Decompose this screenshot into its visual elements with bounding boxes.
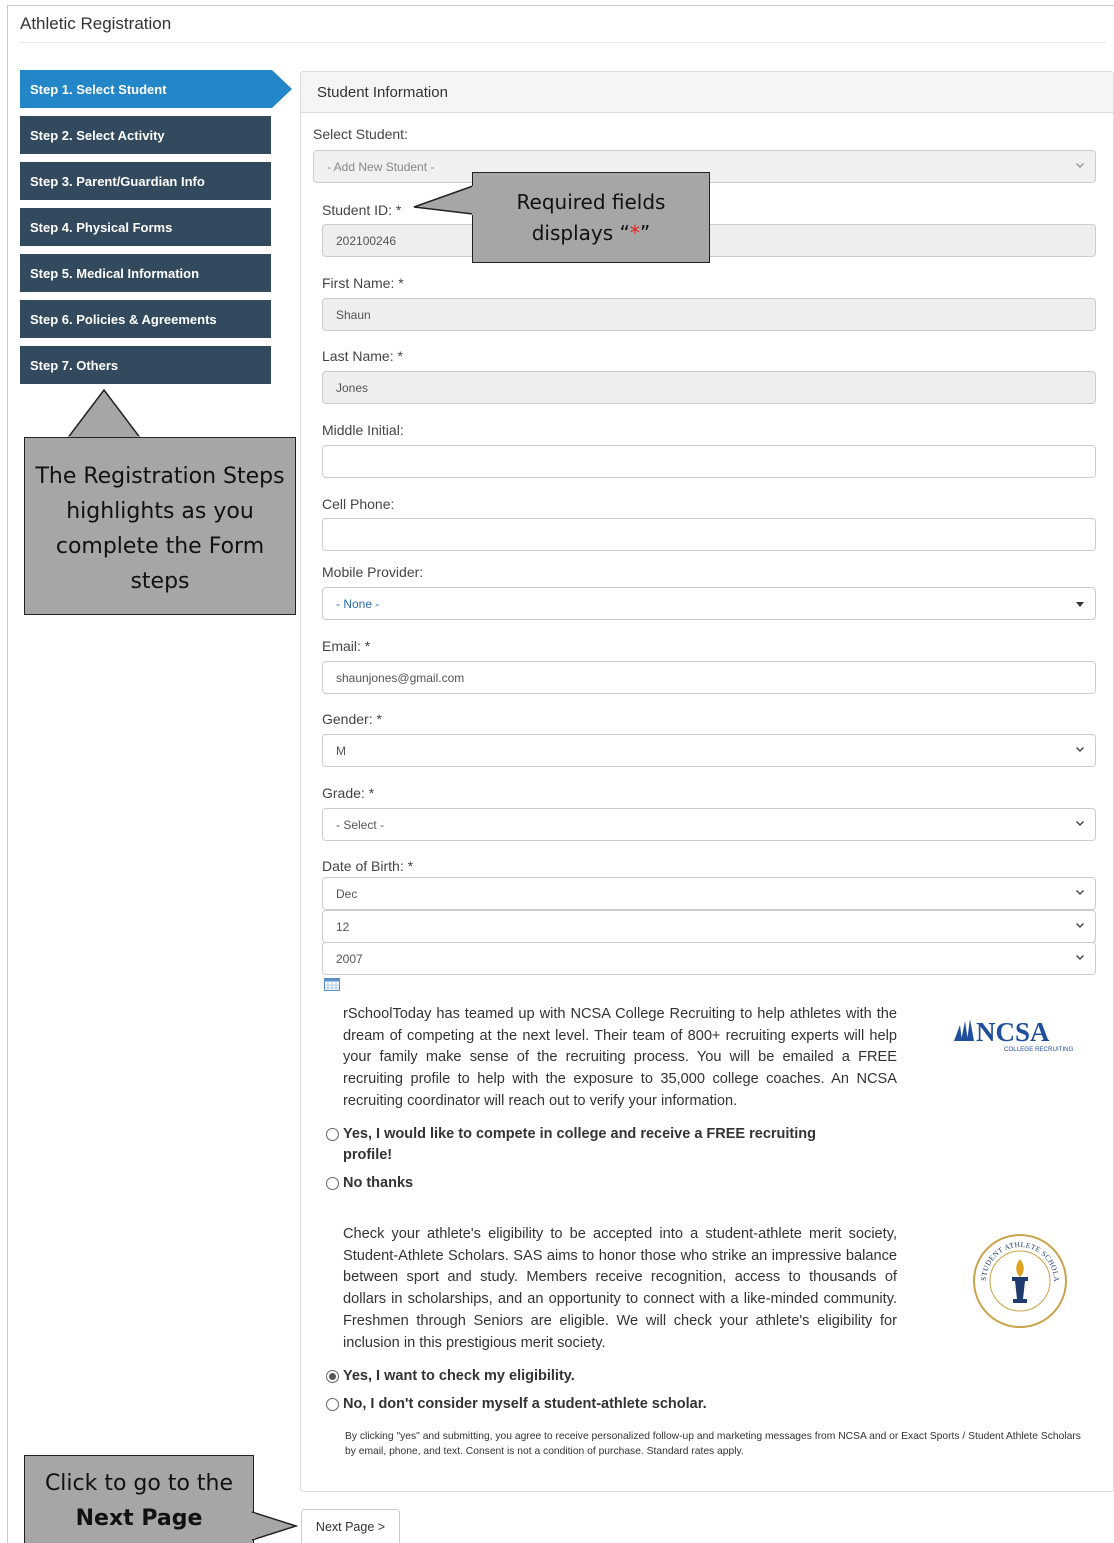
sas-option-yes[interactable]: Yes, I want to check my eligibility. bbox=[326, 1366, 575, 1387]
middle-initial-field[interactable] bbox=[322, 445, 1096, 478]
chevron-down-icon bbox=[1076, 821, 1084, 826]
callout-next-text: Click to go to the bbox=[44, 1471, 234, 1496]
step-select-activity[interactable]: Step 2. Select Activity bbox=[20, 116, 271, 154]
student-athlete-scholars-logo: STUDENT ATHLETE SCHOLARS bbox=[972, 1233, 1067, 1328]
select-student-value: - Add New Student - bbox=[327, 159, 435, 174]
ncsa-option-yes-label: Yes, I would like to compete in college … bbox=[343, 1126, 817, 1163]
email-label: Email: * bbox=[322, 638, 371, 654]
mobile-provider-value: - None - bbox=[336, 596, 380, 611]
radio-button[interactable] bbox=[326, 1177, 339, 1190]
ncsa-logo-text: NCSA bbox=[976, 1017, 1050, 1047]
last-name-value: Jones bbox=[336, 380, 369, 395]
panel-heading: Student Information bbox=[301, 72, 1113, 113]
dob-day-dropdown[interactable]: 12 bbox=[322, 910, 1096, 943]
gender-label: Gender: * bbox=[322, 711, 382, 727]
required-fields-callout: Required fields displays “*” bbox=[472, 172, 710, 263]
calendar-icon[interactable] bbox=[324, 978, 340, 991]
sas-description: Check your athlete's eligibility to be a… bbox=[343, 1226, 897, 1351]
radio-button[interactable] bbox=[326, 1128, 339, 1141]
dob-label: Date of Birth: * bbox=[322, 858, 414, 874]
grade-value: - Select - bbox=[336, 817, 385, 832]
registration-steps: Step 1. Select Student Step 2. Select Ac… bbox=[20, 70, 292, 392]
dob-month-dropdown[interactable]: Dec bbox=[322, 877, 1096, 910]
first-name-field[interactable]: Shaun bbox=[322, 298, 1096, 331]
step-others[interactable]: Step 7. Others bbox=[20, 346, 271, 384]
chevron-down-icon bbox=[1076, 747, 1084, 752]
callout-pointer-mask bbox=[472, 186, 476, 215]
chevron-down-icon bbox=[1076, 163, 1084, 168]
step-physical-forms[interactable]: Step 4. Physical Forms bbox=[20, 208, 271, 246]
step-medical-information[interactable]: Step 5. Medical Information bbox=[20, 254, 271, 292]
middle-initial-label: Middle Initial: bbox=[322, 422, 404, 438]
step-select-student[interactable]: Step 1. Select Student bbox=[20, 70, 292, 108]
chevron-down-icon bbox=[1076, 890, 1084, 895]
ncsa-logo: NCSA COLLEGE RECRUITING bbox=[954, 1017, 1074, 1053]
grade-label: Grade: * bbox=[322, 785, 375, 801]
student-id-label: Student ID: * bbox=[322, 202, 402, 218]
next-page-callout: Click to go to the Next Page bbox=[24, 1455, 254, 1543]
ncsa-option-no-label: No thanks bbox=[343, 1175, 414, 1191]
select-student-label: Select Student: bbox=[313, 126, 408, 142]
ncsa-logo-subtext: COLLEGE RECRUITING bbox=[1004, 1046, 1074, 1053]
mobile-provider-label: Mobile Provider: bbox=[322, 564, 424, 580]
dob-day-value: 12 bbox=[336, 919, 350, 934]
dob-year-dropdown[interactable]: 2007 bbox=[322, 942, 1096, 975]
chevron-down-icon bbox=[1076, 923, 1084, 928]
dob-year-value: 2007 bbox=[336, 951, 363, 966]
callout-required-line1: Required fields bbox=[516, 190, 666, 214]
marketing-disclaimer: By clicking "yes" and submitting, you ag… bbox=[345, 1431, 1081, 1457]
email-field[interactable]: shaunjones@gmail.com bbox=[322, 661, 1096, 694]
dob-month-value: Dec bbox=[336, 886, 358, 901]
ncsa-option-yes[interactable]: Yes, I would like to compete in college … bbox=[326, 1124, 866, 1166]
sas-option-no[interactable]: No, I don't consider myself a student-at… bbox=[326, 1394, 707, 1415]
caret-down-icon bbox=[1076, 602, 1084, 607]
cell-phone-field[interactable] bbox=[322, 518, 1096, 551]
grade-dropdown[interactable]: - Select - bbox=[322, 808, 1096, 841]
registration-steps-callout: The Registration Steps highlights as you… bbox=[24, 437, 296, 615]
step-policies-agreements[interactable]: Step 6. Policies & Agreements bbox=[20, 300, 271, 338]
next-page-button[interactable]: Next Page > bbox=[301, 1509, 400, 1543]
required-star: * bbox=[629, 221, 640, 245]
step-parent-guardian-info[interactable]: Step 3. Parent/Guardian Info bbox=[20, 162, 271, 200]
callout-required-line2: displays “*” bbox=[531, 221, 651, 245]
chevron-down-icon bbox=[1076, 955, 1084, 960]
callout-pointer bbox=[66, 388, 142, 441]
last-name-field[interactable]: Jones bbox=[322, 371, 1096, 404]
email-value: shaunjones@gmail.com bbox=[336, 670, 465, 685]
callout-pointer bbox=[250, 1511, 299, 1541]
title-divider bbox=[20, 42, 1106, 43]
first-name-value: Shaun bbox=[336, 307, 371, 322]
first-name-label: First Name: * bbox=[322, 275, 404, 291]
last-name-label: Last Name: * bbox=[322, 348, 403, 364]
radio-button-selected[interactable] bbox=[326, 1370, 339, 1383]
sas-option-no-label: No, I don't consider myself a student-at… bbox=[343, 1396, 707, 1412]
gender-value: M bbox=[336, 743, 346, 758]
student-id-value: 202100246 bbox=[336, 233, 397, 248]
page-title: Athletic Registration bbox=[20, 14, 172, 33]
mobile-provider-dropdown[interactable]: - None - bbox=[322, 587, 1096, 620]
ncsa-option-no[interactable]: No thanks bbox=[326, 1173, 413, 1194]
gender-dropdown[interactable]: M bbox=[322, 734, 1096, 767]
cell-phone-label: Cell Phone: bbox=[322, 496, 395, 512]
radio-button[interactable] bbox=[326, 1398, 339, 1411]
sas-option-yes-label: Yes, I want to check my eligibility. bbox=[343, 1368, 575, 1384]
ncsa-description: rSchoolToday has teamed up with NCSA Col… bbox=[343, 1006, 897, 1109]
callout-next-bold: Next Page bbox=[75, 1506, 203, 1531]
